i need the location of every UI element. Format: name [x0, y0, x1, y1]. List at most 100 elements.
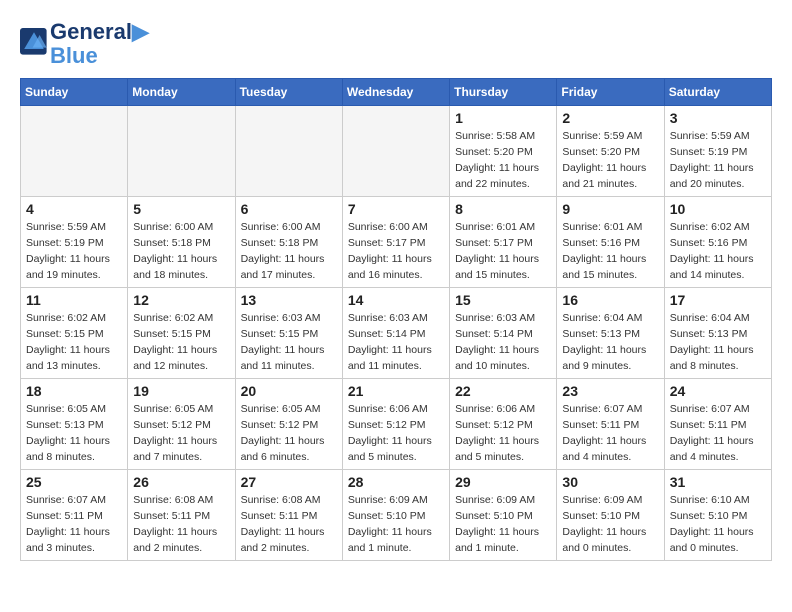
- day-number: 24: [670, 383, 766, 399]
- day-number: 16: [562, 292, 658, 308]
- week-row-2: 4 Sunrise: 5:59 AMSunset: 5:19 PMDaylight…: [21, 197, 772, 288]
- calendar-cell: 2 Sunrise: 5:59 AMSunset: 5:20 PMDaylight…: [557, 106, 664, 197]
- calendar-cell: 17 Sunrise: 6:04 AMSunset: 5:13 PMDayligh…: [664, 288, 771, 379]
- calendar-cell: [21, 106, 128, 197]
- day-info: Sunrise: 6:00 AMSunset: 5:18 PMDaylight:…: [241, 220, 337, 283]
- day-number: 1: [455, 110, 551, 126]
- day-number: 6: [241, 201, 337, 217]
- day-number: 18: [26, 383, 122, 399]
- day-info: Sunrise: 6:06 AMSunset: 5:12 PMDaylight:…: [348, 402, 444, 465]
- day-number: 12: [133, 292, 229, 308]
- day-info: Sunrise: 6:03 AMSunset: 5:15 PMDaylight:…: [241, 311, 337, 374]
- calendar-cell: [342, 106, 449, 197]
- day-info: Sunrise: 6:07 AMSunset: 5:11 PMDaylight:…: [670, 402, 766, 465]
- day-number: 10: [670, 201, 766, 217]
- day-info: Sunrise: 6:09 AMSunset: 5:10 PMDaylight:…: [455, 493, 551, 556]
- day-info: Sunrise: 6:03 AMSunset: 5:14 PMDaylight:…: [455, 311, 551, 374]
- calendar-cell: 8 Sunrise: 6:01 AMSunset: 5:17 PMDaylight…: [450, 197, 557, 288]
- day-number: 29: [455, 474, 551, 490]
- day-info: Sunrise: 6:01 AMSunset: 5:17 PMDaylight:…: [455, 220, 551, 283]
- day-number: 22: [455, 383, 551, 399]
- day-info: Sunrise: 6:05 AMSunset: 5:12 PMDaylight:…: [241, 402, 337, 465]
- day-number: 8: [455, 201, 551, 217]
- day-number: 21: [348, 383, 444, 399]
- day-info: Sunrise: 6:06 AMSunset: 5:12 PMDaylight:…: [455, 402, 551, 465]
- weekday-header-tuesday: Tuesday: [235, 79, 342, 106]
- week-row-5: 25 Sunrise: 6:07 AMSunset: 5:11 PMDayligh…: [21, 470, 772, 561]
- week-row-3: 11 Sunrise: 6:02 AMSunset: 5:15 PMDayligh…: [21, 288, 772, 379]
- logo-icon: [20, 28, 48, 56]
- week-row-1: 1 Sunrise: 5:58 AMSunset: 5:20 PMDaylight…: [21, 106, 772, 197]
- calendar-cell: 14Sunrise: 6:03 AMSunset: 5:14 PMDayligh…: [342, 288, 449, 379]
- day-info: Sunrise: 6:04 AMSunset: 5:13 PMDaylight:…: [670, 311, 766, 374]
- calendar-cell: 18 Sunrise: 6:05 AMSunset: 5:13 PMDayligh…: [21, 379, 128, 470]
- day-info: Sunrise: 6:02 AMSunset: 5:15 PMDaylight:…: [26, 311, 122, 374]
- day-info: Sunrise: 5:58 AMSunset: 5:20 PMDaylight:…: [455, 129, 551, 192]
- day-number: 13: [241, 292, 337, 308]
- calendar-cell: 22 Sunrise: 6:06 AMSunset: 5:12 PMDayligh…: [450, 379, 557, 470]
- calendar-cell: 5 Sunrise: 6:00 AMSunset: 5:18 PMDaylight…: [128, 197, 235, 288]
- calendar-cell: 28Sunrise: 6:09 AMSunset: 5:10 PMDayligh…: [342, 470, 449, 561]
- day-number: 5: [133, 201, 229, 217]
- day-info: Sunrise: 6:05 AMSunset: 5:12 PMDaylight:…: [133, 402, 229, 465]
- calendar-cell: 4 Sunrise: 5:59 AMSunset: 5:19 PMDaylight…: [21, 197, 128, 288]
- calendar-cell: [128, 106, 235, 197]
- calendar-cell: 19Sunrise: 6:05 AMSunset: 5:12 PMDayligh…: [128, 379, 235, 470]
- day-number: 30: [562, 474, 658, 490]
- calendar-cell: 3 Sunrise: 5:59 AMSunset: 5:19 PMDaylight…: [664, 106, 771, 197]
- day-info: Sunrise: 6:07 AMSunset: 5:11 PMDaylight:…: [26, 493, 122, 556]
- calendar-cell: 16Sunrise: 6:04 AMSunset: 5:13 PMDayligh…: [557, 288, 664, 379]
- calendar-cell: 20 Sunrise: 6:05 AMSunset: 5:12 PMDayligh…: [235, 379, 342, 470]
- day-number: 9: [562, 201, 658, 217]
- day-number: 4: [26, 201, 122, 217]
- day-info: Sunrise: 5:59 AMSunset: 5:19 PMDaylight:…: [670, 129, 766, 192]
- calendar-cell: 12 Sunrise: 6:02 AMSunset: 5:15 PMDayligh…: [128, 288, 235, 379]
- day-info: Sunrise: 6:03 AMSunset: 5:14 PMDaylight:…: [348, 311, 444, 374]
- calendar-cell: 1 Sunrise: 5:58 AMSunset: 5:20 PMDaylight…: [450, 106, 557, 197]
- day-number: 25: [26, 474, 122, 490]
- calendar-cell: 30 Sunrise: 6:09 AMSunset: 5:10 PMDayligh…: [557, 470, 664, 561]
- calendar-cell: 13 Sunrise: 6:03 AMSunset: 5:15 PMDayligh…: [235, 288, 342, 379]
- day-info: Sunrise: 6:09 AMSunset: 5:10 PMDaylight:…: [348, 493, 444, 556]
- day-number: 17: [670, 292, 766, 308]
- calendar-cell: 21 Sunrise: 6:06 AMSunset: 5:12 PMDayligh…: [342, 379, 449, 470]
- calendar-cell: 31 Sunrise: 6:10 AMSunset: 5:10 PMDayligh…: [664, 470, 771, 561]
- calendar-cell: 29 Sunrise: 6:09 AMSunset: 5:10 PMDayligh…: [450, 470, 557, 561]
- day-info: Sunrise: 6:10 AMSunset: 5:10 PMDaylight:…: [670, 493, 766, 556]
- day-number: 2: [562, 110, 658, 126]
- day-info: Sunrise: 6:07 AMSunset: 5:11 PMDaylight:…: [562, 402, 658, 465]
- day-number: 3: [670, 110, 766, 126]
- day-info: Sunrise: 6:09 AMSunset: 5:10 PMDaylight:…: [562, 493, 658, 556]
- day-info: Sunrise: 6:01 AMSunset: 5:16 PMDaylight:…: [562, 220, 658, 283]
- weekday-header-thursday: Thursday: [450, 79, 557, 106]
- calendar-cell: 15 Sunrise: 6:03 AMSunset: 5:14 PMDayligh…: [450, 288, 557, 379]
- calendar-table: SundayMondayTuesdayWednesdayThursdayFrid…: [20, 78, 772, 561]
- week-row-4: 18 Sunrise: 6:05 AMSunset: 5:13 PMDayligh…: [21, 379, 772, 470]
- calendar-cell: [235, 106, 342, 197]
- day-info: Sunrise: 6:00 AMSunset: 5:18 PMDaylight:…: [133, 220, 229, 283]
- calendar-cell: 25 Sunrise: 6:07 AMSunset: 5:11 PMDayligh…: [21, 470, 128, 561]
- logo: General▶ Blue: [20, 20, 149, 68]
- calendar-cell: 7Sunrise: 6:00 AMSunset: 5:17 PMDaylight…: [342, 197, 449, 288]
- day-info: Sunrise: 6:05 AMSunset: 5:13 PMDaylight:…: [26, 402, 122, 465]
- calendar-cell: 24 Sunrise: 6:07 AMSunset: 5:11 PMDayligh…: [664, 379, 771, 470]
- logo-text: General▶ Blue: [50, 20, 149, 68]
- day-info: Sunrise: 6:02 AMSunset: 5:15 PMDaylight:…: [133, 311, 229, 374]
- calendar-cell: 6 Sunrise: 6:00 AMSunset: 5:18 PMDaylight…: [235, 197, 342, 288]
- day-info: Sunrise: 5:59 AMSunset: 5:20 PMDaylight:…: [562, 129, 658, 192]
- weekday-header-friday: Friday: [557, 79, 664, 106]
- day-number: 11: [26, 292, 122, 308]
- weekday-header-row: SundayMondayTuesdayWednesdayThursdayFrid…: [21, 79, 772, 106]
- weekday-header-sunday: Sunday: [21, 79, 128, 106]
- day-number: 31: [670, 474, 766, 490]
- day-info: Sunrise: 6:08 AMSunset: 5:11 PMDaylight:…: [133, 493, 229, 556]
- day-number: 20: [241, 383, 337, 399]
- weekday-header-wednesday: Wednesday: [342, 79, 449, 106]
- calendar-cell: 9 Sunrise: 6:01 AMSunset: 5:16 PMDaylight…: [557, 197, 664, 288]
- day-info: Sunrise: 6:00 AMSunset: 5:17 PMDaylight:…: [348, 220, 444, 283]
- calendar-cell: 23 Sunrise: 6:07 AMSunset: 5:11 PMDayligh…: [557, 379, 664, 470]
- day-info: Sunrise: 5:59 AMSunset: 5:19 PMDaylight:…: [26, 220, 122, 283]
- day-info: Sunrise: 6:02 AMSunset: 5:16 PMDaylight:…: [670, 220, 766, 283]
- day-number: 23: [562, 383, 658, 399]
- day-number: 15: [455, 292, 551, 308]
